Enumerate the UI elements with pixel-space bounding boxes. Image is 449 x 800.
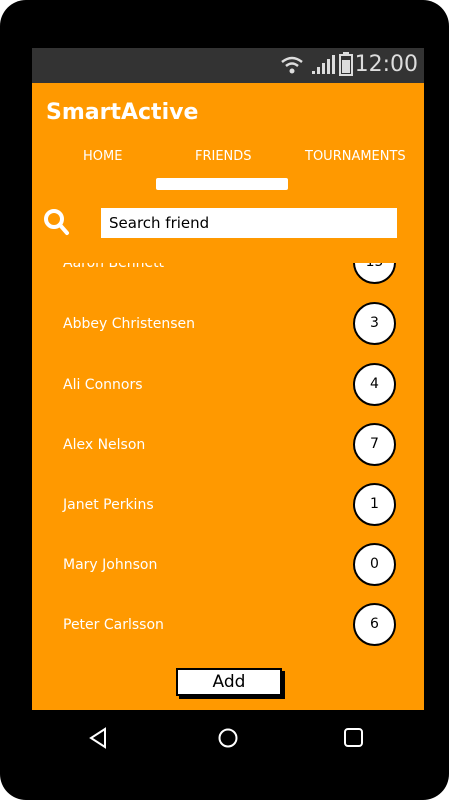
count-badge: 6 bbox=[353, 603, 396, 646]
navigation-bar bbox=[32, 710, 424, 765]
count-badge: 1 bbox=[353, 483, 396, 526]
tab-indicator bbox=[156, 178, 288, 190]
wifi-icon bbox=[281, 56, 303, 74]
add-button[interactable]: Add bbox=[176, 668, 282, 696]
tab-friends[interactable]: FRIENDS bbox=[195, 149, 252, 164]
count-badge: 4 bbox=[353, 363, 396, 406]
tab-home[interactable]: HOME bbox=[83, 149, 122, 164]
home-icon[interactable] bbox=[217, 727, 239, 749]
app-title: SmartActive bbox=[46, 100, 199, 125]
tab-tournaments[interactable]: TOURNAMENTS bbox=[305, 149, 406, 164]
signal-icon bbox=[312, 55, 335, 74]
recents-icon[interactable] bbox=[343, 727, 365, 749]
screen: 12:00 SmartActive HOME FRIENDS TOURNAMEN… bbox=[32, 48, 424, 765]
friend-name: Alex Nelson bbox=[63, 437, 146, 453]
count-badge: 3 bbox=[353, 302, 396, 345]
friends-list[interactable]: Aaron Bennett 15 Abbey Christensen 3 Ali C… bbox=[32, 263, 424, 703]
count-badge: 15 bbox=[353, 263, 396, 284]
phone-frame: 12:00 SmartActive HOME FRIENDS TOURNAMEN… bbox=[0, 0, 449, 800]
friend-name: Abbey Christensen bbox=[63, 316, 196, 332]
friend-name: Aaron Bennett bbox=[63, 263, 165, 271]
friend-name: Peter Carlsson bbox=[63, 617, 164, 633]
search-icon[interactable] bbox=[44, 208, 70, 236]
status-bar: 12:00 bbox=[32, 48, 424, 83]
friend-name: Mary Johnson bbox=[63, 557, 158, 573]
clock: 12:00 bbox=[354, 52, 418, 77]
count-badge: 7 bbox=[353, 423, 396, 466]
count-badge: 0 bbox=[353, 543, 396, 586]
friend-name: Janet Perkins bbox=[63, 497, 154, 513]
app-content: SmartActive HOME FRIENDS TOURNAMENTS Aar… bbox=[32, 83, 424, 710]
back-icon[interactable] bbox=[88, 727, 108, 749]
search-input[interactable] bbox=[101, 208, 397, 238]
friend-name: Ali Connors bbox=[63, 377, 143, 393]
battery-icon bbox=[339, 52, 353, 76]
